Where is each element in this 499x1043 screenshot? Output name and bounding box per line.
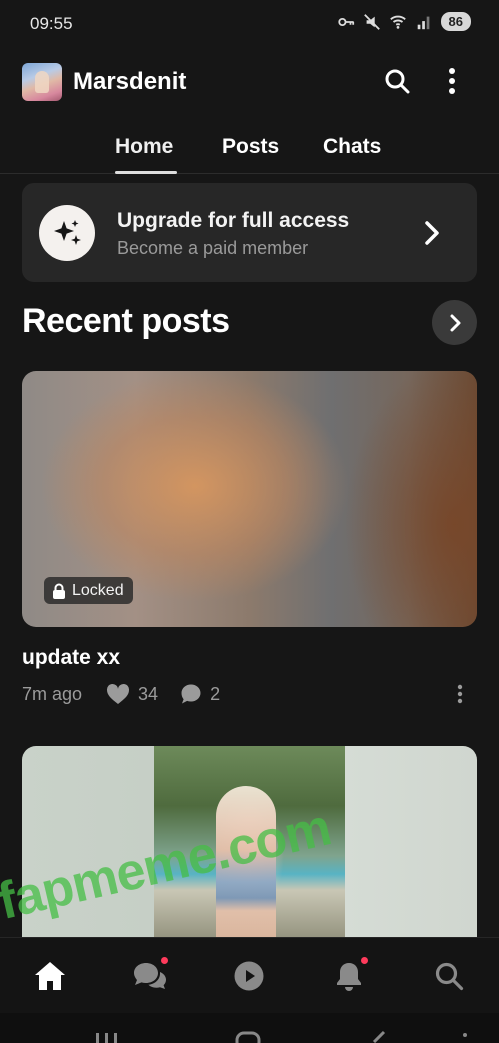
tab-home[interactable]: Home	[115, 135, 173, 169]
recents-icon[interactable]	[92, 1031, 122, 1043]
tab-posts[interactable]: Posts	[222, 135, 279, 169]
creator-name: Marsdenit	[73, 68, 187, 95]
likes-count: 34	[138, 683, 159, 704]
home-icon	[35, 962, 65, 990]
locked-label: Locked	[72, 581, 124, 599]
lock-icon	[53, 583, 65, 599]
post-comments[interactable]: 2	[180, 683, 220, 705]
system-nav-bar	[0, 1013, 499, 1043]
wifi-icon	[389, 15, 406, 29]
header-search-button[interactable]	[380, 64, 414, 98]
post-time: 7m ago	[22, 683, 83, 704]
upgrade-subtitle: Become a paid member	[117, 238, 309, 258]
post-more-icon[interactable]	[450, 682, 470, 706]
active-tab-indicator	[115, 171, 177, 174]
play-icon	[234, 961, 264, 991]
header-more-button[interactable]	[438, 64, 466, 98]
keyboard-toggle-icon[interactable]	[458, 1030, 472, 1043]
notifications-badge	[361, 957, 368, 964]
tab-bar: Home Posts Chats	[0, 130, 499, 174]
nav-play[interactable]	[229, 956, 269, 996]
back-icon[interactable]	[368, 1030, 388, 1043]
search-icon	[435, 962, 464, 991]
nav-chats[interactable]	[130, 956, 170, 996]
nav-home[interactable]	[30, 956, 70, 996]
chats-icon	[134, 963, 166, 989]
post-meta: 7m ago 34 2	[22, 682, 242, 706]
chevron-right-icon	[450, 314, 460, 331]
upgrade-card[interactable]: Upgrade for full access Become a paid me…	[22, 183, 477, 282]
sparkles-icon	[39, 205, 95, 261]
status-bar: 09:55 86	[0, 0, 499, 46]
chats-badge	[161, 957, 168, 964]
status-icons: 86	[337, 12, 471, 31]
comments-count: 2	[210, 683, 221, 704]
nav-notifications[interactable]	[329, 956, 369, 996]
locked-badge: Locked	[44, 577, 133, 604]
mute-icon	[363, 13, 380, 30]
status-time: 09:55	[30, 14, 73, 33]
signal-icon	[417, 16, 429, 29]
nav-search[interactable]	[429, 956, 469, 996]
chevron-right-icon	[425, 221, 439, 245]
search-icon	[385, 69, 410, 94]
recent-posts-more-button[interactable]	[432, 300, 477, 345]
more-vertical-icon	[449, 68, 455, 94]
heart-icon	[107, 683, 130, 704]
creator-avatar[interactable]	[22, 63, 62, 101]
bell-icon	[337, 963, 361, 991]
post-title[interactable]: update xx	[22, 646, 120, 670]
bottom-nav	[0, 937, 499, 1013]
post-likes[interactable]: 34	[106, 683, 158, 705]
recent-posts-title: Recent posts	[22, 302, 230, 340]
upgrade-title: Upgrade for full access	[117, 209, 350, 232]
comment-icon	[181, 684, 201, 704]
app-header: Marsdenit	[0, 56, 499, 108]
post-thumbnail-locked[interactable]: Locked	[22, 371, 477, 627]
tab-chats[interactable]: Chats	[323, 135, 381, 169]
home-button-icon[interactable]	[235, 1031, 261, 1043]
battery-level: 86	[440, 12, 471, 31]
vpn-key-icon	[337, 17, 354, 26]
